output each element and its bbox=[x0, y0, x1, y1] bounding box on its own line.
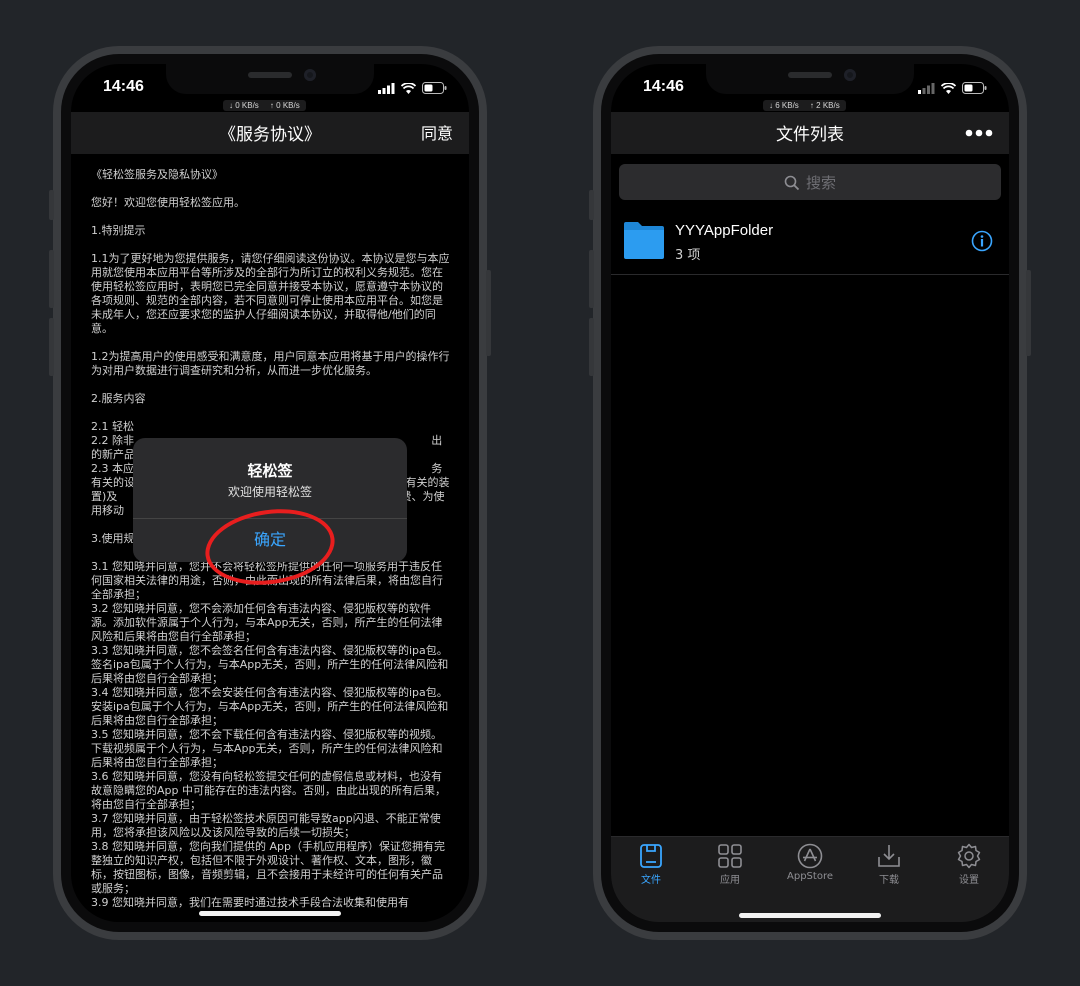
camera-icon bbox=[304, 69, 316, 81]
tab-files[interactable]: 文件 bbox=[611, 843, 691, 886]
right-phone-frame: 14:46 ↓ 6 KB/s ↑ 2 KB/s 文件列表 搜索 YYYAppFo… bbox=[589, 46, 1031, 940]
cellular-signal-icon bbox=[378, 82, 395, 94]
status-time: 14:46 bbox=[643, 78, 684, 95]
tab-bar: 文件 应用 AppStore 下载 设置 bbox=[611, 836, 1009, 922]
tab-appstore[interactable]: AppStore bbox=[770, 843, 850, 882]
mute-switch bbox=[49, 190, 54, 220]
nav-bar: 《服务协议》 同意 bbox=[71, 112, 469, 154]
file-item-count: 3 项 bbox=[675, 248, 701, 263]
gear-icon bbox=[957, 843, 981, 869]
network-speed: ↓ 0 KB/s ↑ 0 KB/s bbox=[223, 100, 306, 111]
home-indicator[interactable] bbox=[199, 911, 341, 916]
mute-switch bbox=[589, 190, 594, 220]
tab-label: 应用 bbox=[720, 875, 740, 886]
agree-button[interactable]: 同意 bbox=[421, 120, 453, 144]
search-icon bbox=[784, 175, 800, 190]
search-bar[interactable]: 搜索 bbox=[619, 164, 1001, 200]
notch bbox=[166, 64, 374, 94]
folder-icon bbox=[624, 222, 664, 259]
cellular-signal-icon bbox=[918, 82, 935, 94]
home-indicator[interactable] bbox=[739, 913, 881, 918]
network-speed: ↓ 6 KB/s ↑ 2 KB/s bbox=[763, 100, 846, 111]
tab-download[interactable]: 下载 bbox=[849, 843, 929, 886]
volume-down-button bbox=[49, 318, 54, 376]
volume-up-button bbox=[589, 250, 594, 308]
notch bbox=[706, 64, 914, 94]
search-placeholder: 搜索 bbox=[805, 174, 836, 192]
right-screen: 14:46 ↓ 6 KB/s ↑ 2 KB/s 文件列表 搜索 YYYAppFo… bbox=[611, 64, 1009, 922]
wifi-icon bbox=[941, 82, 956, 94]
list-item[interactable]: YYYAppFolder 3 项 bbox=[611, 210, 1009, 275]
camera-icon bbox=[844, 69, 856, 81]
info-icon[interactable] bbox=[971, 230, 993, 252]
volume-down-button bbox=[589, 318, 594, 376]
page-title: 文件列表 bbox=[776, 125, 844, 145]
file-icon bbox=[640, 844, 662, 868]
power-button bbox=[1026, 270, 1031, 356]
volume-up-button bbox=[49, 250, 54, 308]
download-icon bbox=[878, 845, 900, 867]
net-down: ↓ 6 KB/s bbox=[769, 101, 799, 110]
tab-settings[interactable]: 设置 bbox=[929, 843, 1009, 886]
tab-apps[interactable]: 应用 bbox=[690, 843, 770, 886]
left-screen: 14:46 ↓ 0 KB/s ↑ 0 KB/s 《服务协议》 同意 《轻松签服务… bbox=[71, 64, 469, 922]
nav-bar: 文件列表 bbox=[611, 112, 1009, 154]
status-icons bbox=[918, 82, 987, 94]
status-time: 14:46 bbox=[103, 78, 144, 95]
status-icons bbox=[378, 82, 447, 94]
power-button bbox=[486, 270, 491, 356]
left-phone-frame: 14:46 ↓ 0 KB/s ↑ 0 KB/s 《服务协议》 同意 《轻松签服务… bbox=[49, 46, 491, 940]
net-down: ↓ 0 KB/s bbox=[229, 101, 259, 110]
tab-label: AppStore bbox=[787, 871, 833, 882]
tab-label: 设置 bbox=[959, 875, 979, 886]
file-name: YYYAppFolder bbox=[675, 222, 774, 239]
page-title: 《服务协议》 bbox=[219, 125, 321, 145]
wifi-icon bbox=[401, 82, 416, 94]
net-up: ↑ 2 KB/s bbox=[809, 101, 840, 110]
battery-icon bbox=[962, 82, 987, 94]
tab-label: 下载 bbox=[879, 875, 899, 886]
appstore-icon bbox=[797, 843, 823, 869]
battery-icon bbox=[422, 82, 447, 94]
dialog-message: 欢迎使用轻松签 bbox=[227, 485, 312, 499]
grid-icon bbox=[718, 844, 742, 868]
net-up: ↑ 0 KB/s bbox=[269, 101, 300, 110]
tab-label: 文件 bbox=[641, 875, 661, 886]
dialog-title: 轻松签 bbox=[247, 462, 293, 480]
more-icon[interactable] bbox=[965, 129, 993, 137]
